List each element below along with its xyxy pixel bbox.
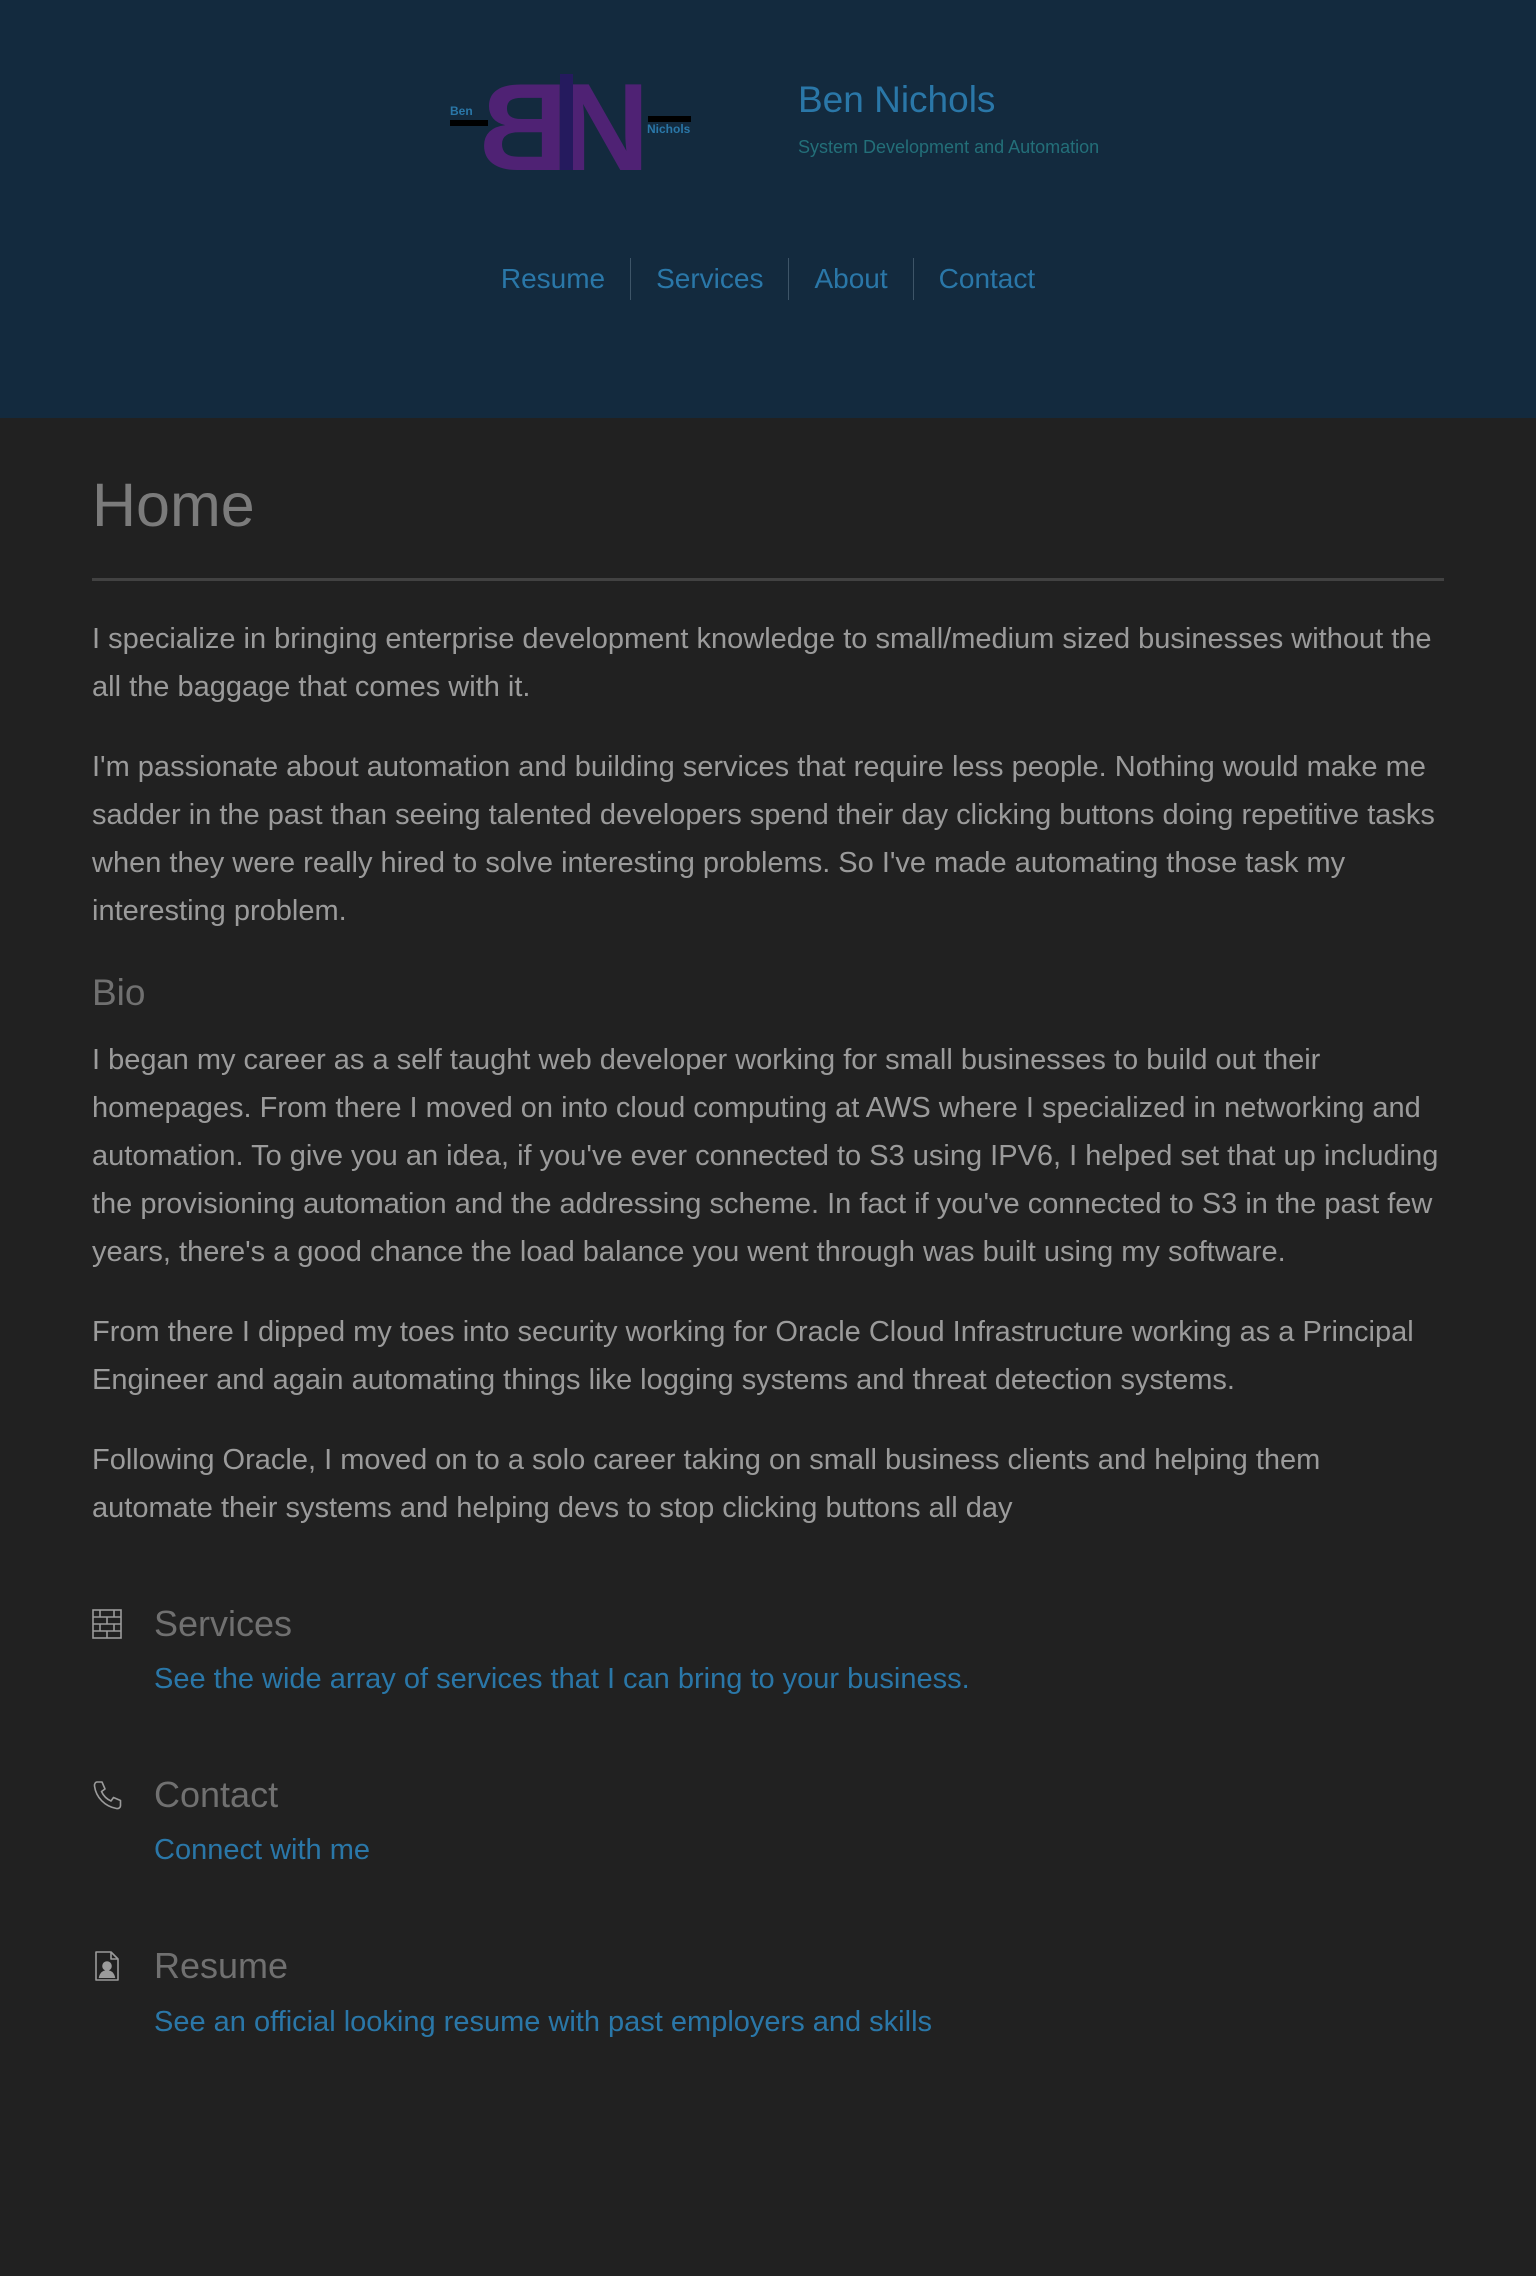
nav-contact[interactable]: Contact xyxy=(914,258,1061,300)
feature-list: Services See the wide array of services … xyxy=(92,1602,1444,2040)
site-logo[interactable]: B N Ben Nichols xyxy=(448,68,696,178)
title-divider xyxy=(92,578,1444,582)
services-link[interactable]: See the wide array of services that I ca… xyxy=(154,1661,1444,1697)
intro-paragraph: I'm passionate about automation and buil… xyxy=(92,751,1435,928)
nav-services[interactable]: Services xyxy=(631,258,788,300)
feature-title: Services xyxy=(154,1602,293,1644)
feature-services: Services See the wide array of services … xyxy=(92,1602,1444,1697)
intro-paragraph: I specialize in bringing enterprise deve… xyxy=(92,623,1432,704)
feature-contact: Contact Connect with me xyxy=(92,1773,1444,1868)
feature-resume: Resume See an official looking resume wi… xyxy=(92,1944,1444,2039)
bio-paragraph: Following Oracle, I moved on to a solo c… xyxy=(92,1443,1321,1524)
feature-title: Resume xyxy=(154,1945,289,1987)
feature-title: Contact xyxy=(154,1773,279,1815)
main-nav: Resume Services About Contact xyxy=(0,258,1536,300)
nav-about[interactable]: About xyxy=(789,258,912,300)
bio-paragraph: From there I dipped my toes into securit… xyxy=(92,1315,1414,1396)
phone-icon xyxy=(92,1779,122,1811)
logo-small-right: Nichols xyxy=(647,122,691,136)
svg-text:N: N xyxy=(560,68,650,178)
site-tagline: System Development and Automation xyxy=(798,137,1100,157)
page-title: Home xyxy=(92,471,255,539)
bio-heading: Bio xyxy=(92,972,146,1014)
svg-text:B: B xyxy=(478,68,568,178)
bio-paragraph: I began my career as a self taught web d… xyxy=(92,1043,1439,1268)
nav-resume[interactable]: Resume xyxy=(476,258,630,300)
logo-small-left: Ben xyxy=(450,104,473,118)
site-name[interactable]: Ben Nichols xyxy=(798,79,995,121)
brick-wall-icon xyxy=(92,1608,122,1640)
bn-logo-icon: B N Ben Nichols xyxy=(450,68,691,178)
site-header: B N Ben Nichols Ben Nichols System Devel… xyxy=(0,0,1536,418)
resume-link[interactable]: See an official looking resume with past… xyxy=(154,2004,1444,2040)
contact-link[interactable]: Connect with me xyxy=(154,1832,1444,1868)
resume-document-icon xyxy=(92,1950,122,1982)
main-content: Home I specialize in bringing enterprise… xyxy=(92,418,1444,2116)
